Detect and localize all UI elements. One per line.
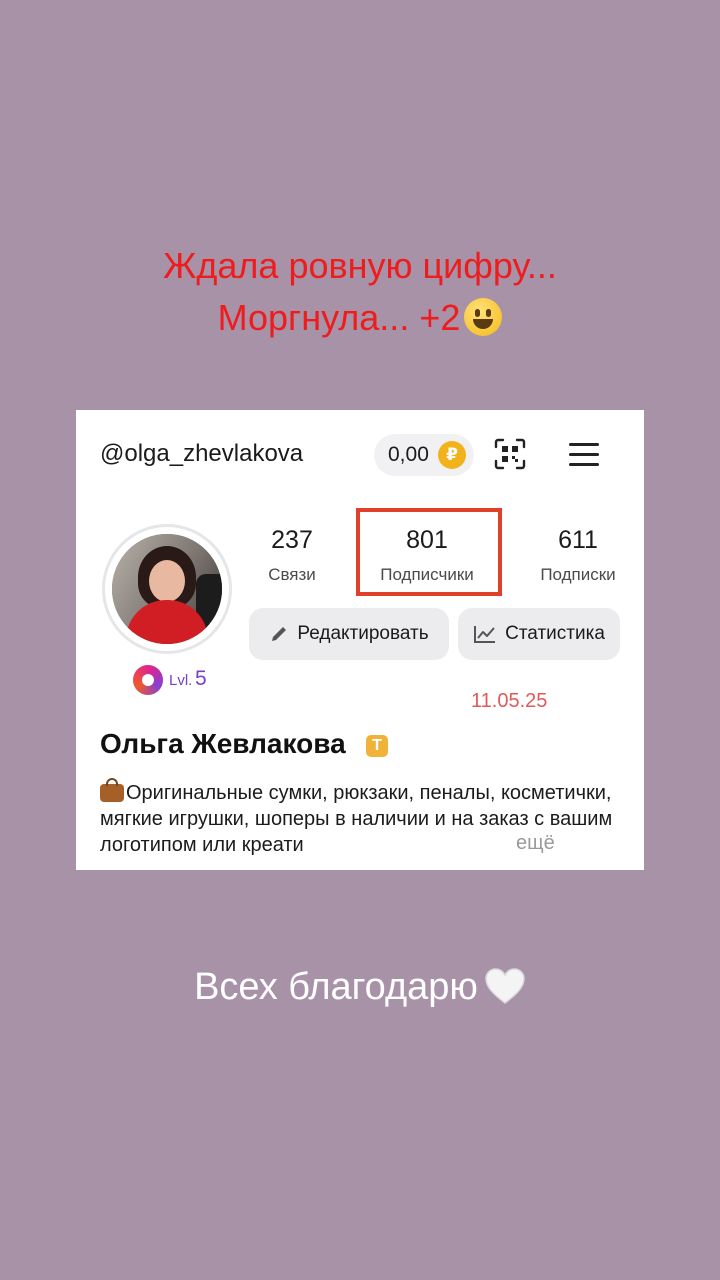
stat-value: 237: [271, 526, 313, 554]
edit-profile-button[interactable]: Редактировать: [249, 608, 449, 660]
wallet-button[interactable]: 0,00 ₽: [374, 434, 474, 476]
chart-line-icon: [474, 626, 496, 643]
grinning-face-icon: [464, 298, 503, 336]
caption-line-2-text: Моргнула... +2: [217, 297, 461, 338]
screenshot-date: 11.05.25: [471, 690, 548, 712]
ruble-coin-icon: ₽: [438, 441, 466, 469]
avatar-photo: [112, 534, 222, 644]
avatar[interactable]: [102, 524, 232, 654]
stat-connections[interactable]: 237 Связи: [232, 526, 352, 585]
wallet-balance: 0,00: [388, 443, 429, 466]
story-caption: Ждала ровную цифру... Моргнула... +2: [0, 240, 720, 344]
white-heart-icon: [485, 968, 525, 1004]
statistics-label: Статистика: [505, 623, 605, 644]
thanks-text: Всех благодарю: [194, 966, 478, 1008]
stat-value: 611: [558, 526, 598, 554]
profile-screenshot: @olga_zhevlakova 0,00 ₽ Lvl. 5 237 Связи…: [76, 410, 644, 870]
caption-line-2: Моргнула... +2: [0, 292, 720, 344]
pencil-icon: [272, 627, 287, 641]
qr-code-icon[interactable]: [494, 438, 526, 470]
stat-following[interactable]: 611 Подписки: [518, 526, 638, 585]
statistics-button[interactable]: Статистика: [458, 608, 620, 660]
edit-profile-label: Редактировать: [297, 623, 429, 644]
verified-badge-icon: T: [366, 735, 388, 757]
stat-label: Подписки: [540, 565, 616, 584]
profile-name: Ольга Жевлакова: [100, 728, 346, 759]
hamburger-menu-icon[interactable]: [569, 443, 599, 466]
bio-more-link[interactable]: ещё: [516, 832, 555, 855]
level-icon: [133, 665, 163, 695]
profile-handle: @olga_zhevlakova: [100, 440, 304, 467]
followers-highlight-frame: [356, 508, 502, 596]
handbag-icon: [100, 778, 124, 802]
level-number: 5: [195, 667, 207, 690]
caption-line-1: Ждала ровную цифру...: [163, 245, 557, 286]
level-label: Lvl.: [169, 672, 193, 689]
stat-label: Связи: [268, 565, 316, 584]
thanks-caption: Всех благодарю: [0, 966, 720, 1009]
